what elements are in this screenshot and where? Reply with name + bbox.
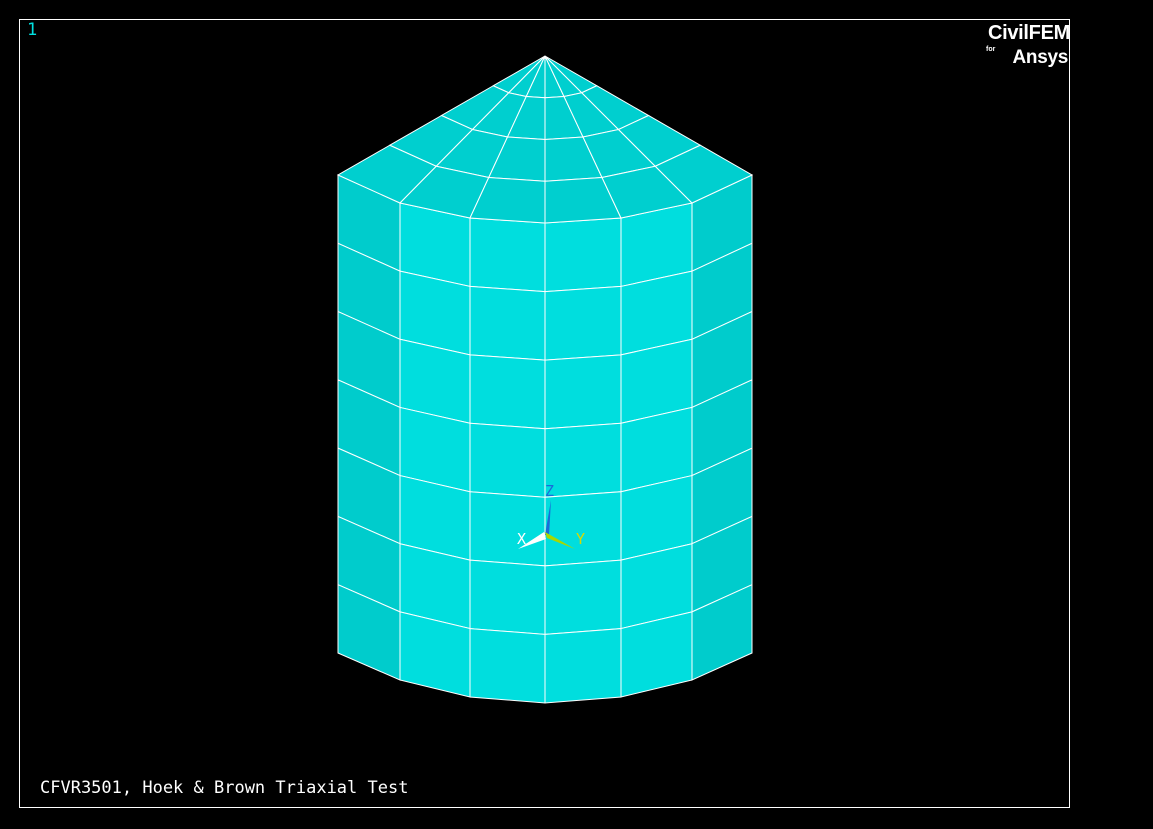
mesh-element-side — [544, 559, 622, 635]
fem-mesh-model: Z Y X — [336, 55, 754, 704]
mesh-element-side — [544, 422, 622, 498]
mesh-element-side — [469, 217, 546, 293]
mesh-element-side — [469, 285, 546, 361]
mesh-element-side — [469, 354, 546, 430]
mesh-element-side — [469, 559, 546, 635]
mesh-element-side — [544, 491, 622, 567]
mesh-element-side — [469, 422, 546, 498]
triad-x-label: X — [517, 530, 526, 548]
triad-z-label: Z — [545, 482, 554, 500]
mesh-element-side — [544, 217, 622, 293]
mesh-element-side — [544, 285, 622, 361]
cylinder-mesh — [336, 55, 754, 704]
mesh-element-side — [469, 491, 546, 567]
mesh-element-side — [469, 628, 546, 704]
mesh-element-side — [544, 354, 622, 430]
plot-title: CFVR3501, Hoek & Brown Triaxial Test — [40, 778, 409, 798]
triad-y-label: Y — [576, 530, 585, 548]
mesh-element-side — [544, 628, 622, 704]
